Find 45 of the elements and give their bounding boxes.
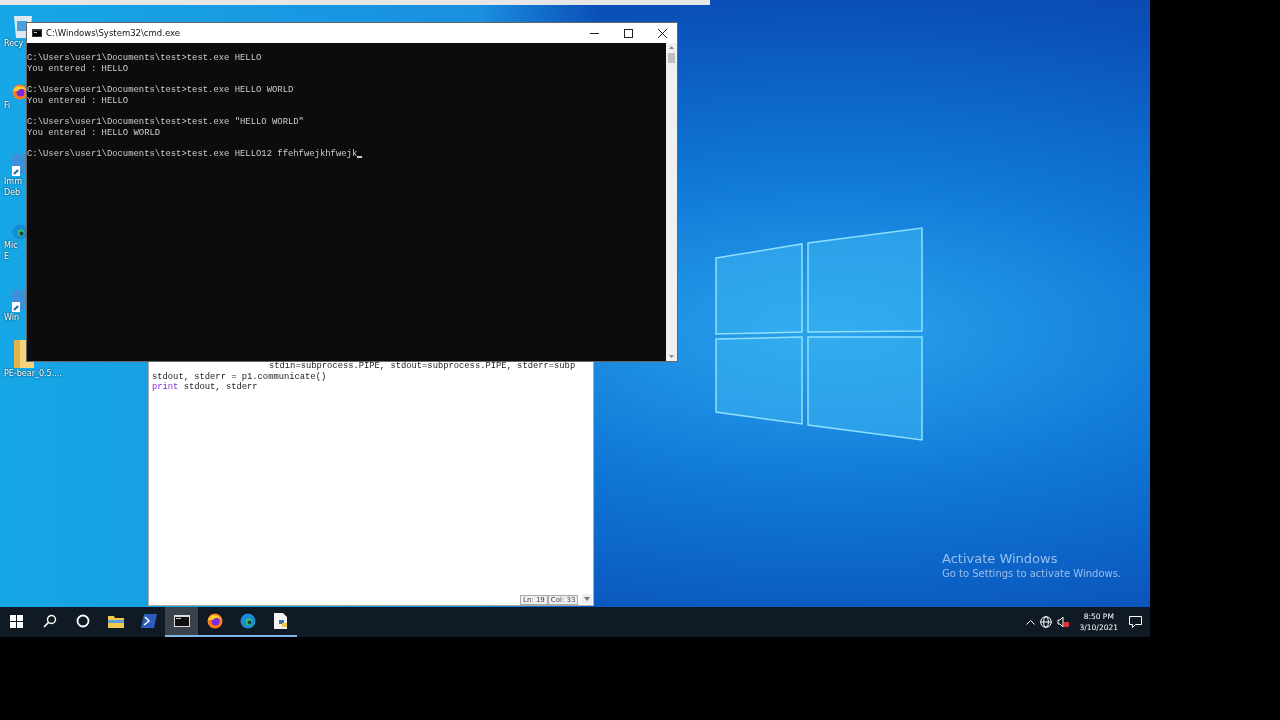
text-cursor (357, 156, 363, 158)
desktop-icon-label[interactable]: Recy (4, 39, 24, 49)
folder-icon (107, 614, 124, 628)
notification-icon[interactable] (1129, 616, 1142, 628)
desktop-icon-label[interactable]: Deb (4, 188, 21, 198)
desktop-icon-label[interactable]: Fi (4, 101, 11, 111)
code-line: stdin=subprocess.PIPE, stdout=subprocess.PIPE, stderr=subp (268, 361, 577, 372)
search-icon (42, 614, 57, 628)
firefox-icon (206, 613, 223, 629)
scroll-thumb[interactable] (668, 53, 675, 63)
caret-icon[interactable] (1025, 619, 1035, 625)
firefox-icon (12, 84, 28, 100)
desktop-icon-label[interactable]: Win (4, 313, 20, 323)
edge-icon (12, 224, 28, 240)
scrollbar[interactable] (666, 43, 677, 361)
terminal-icon (32, 29, 42, 37)
activation-message: Go to Settings to activate Windows. (942, 568, 1122, 579)
console-line: You entered : HELLO (27, 63, 129, 75)
edge-icon (239, 613, 256, 629)
powershell-icon (140, 614, 157, 628)
activation-title: Activate Windows (942, 551, 1059, 566)
console-line: C:\Users\user1\Documents\test>test.exe HELLO12 ffehfwejkhfwejk (27, 149, 358, 160)
console-line: C:\Users\user1\Documents\test>test.exe "HELLO WORLD" (27, 117, 304, 128)
console-line: C:\Users\user1\Documents\test>test.exe HELLO WORLD (27, 85, 294, 96)
desktop-icon-label[interactable]: PE-bear_0.5.... (4, 369, 62, 379)
desktop-icon-label[interactable]: Imm (4, 177, 22, 187)
minimize-icon (589, 32, 599, 34)
taskbar-button[interactable] (165, 607, 198, 637)
window-title: C:\Windows\System32\cmd.exe (46, 28, 181, 38)
code-line: print stdout, stderr (152, 382, 259, 394)
windows-start-icon (10, 614, 23, 628)
terminal-icon (173, 615, 190, 627)
desktop-icon-label[interactable]: Mic (4, 241, 18, 251)
code-line: stdout, stderr = p1.communicate() (152, 371, 328, 382)
globe-icon[interactable] (1039, 616, 1052, 628)
scroll-down-icon[interactable] (582, 594, 592, 604)
console-line: You entered : HELLO WORLD (27, 127, 161, 139)
desktop-icon-label[interactable]: E (4, 252, 10, 262)
maximize-icon (623, 28, 633, 38)
close-icon (657, 28, 667, 38)
circle-icon (75, 614, 90, 628)
muted-speaker-icon[interactable] (1056, 616, 1069, 628)
python-file-icon (273, 613, 288, 629)
console-line: C:\Users\user1\Documents\test>test.exe HELLO (27, 53, 262, 64)
console-line: You entered : HELLO (27, 95, 129, 107)
